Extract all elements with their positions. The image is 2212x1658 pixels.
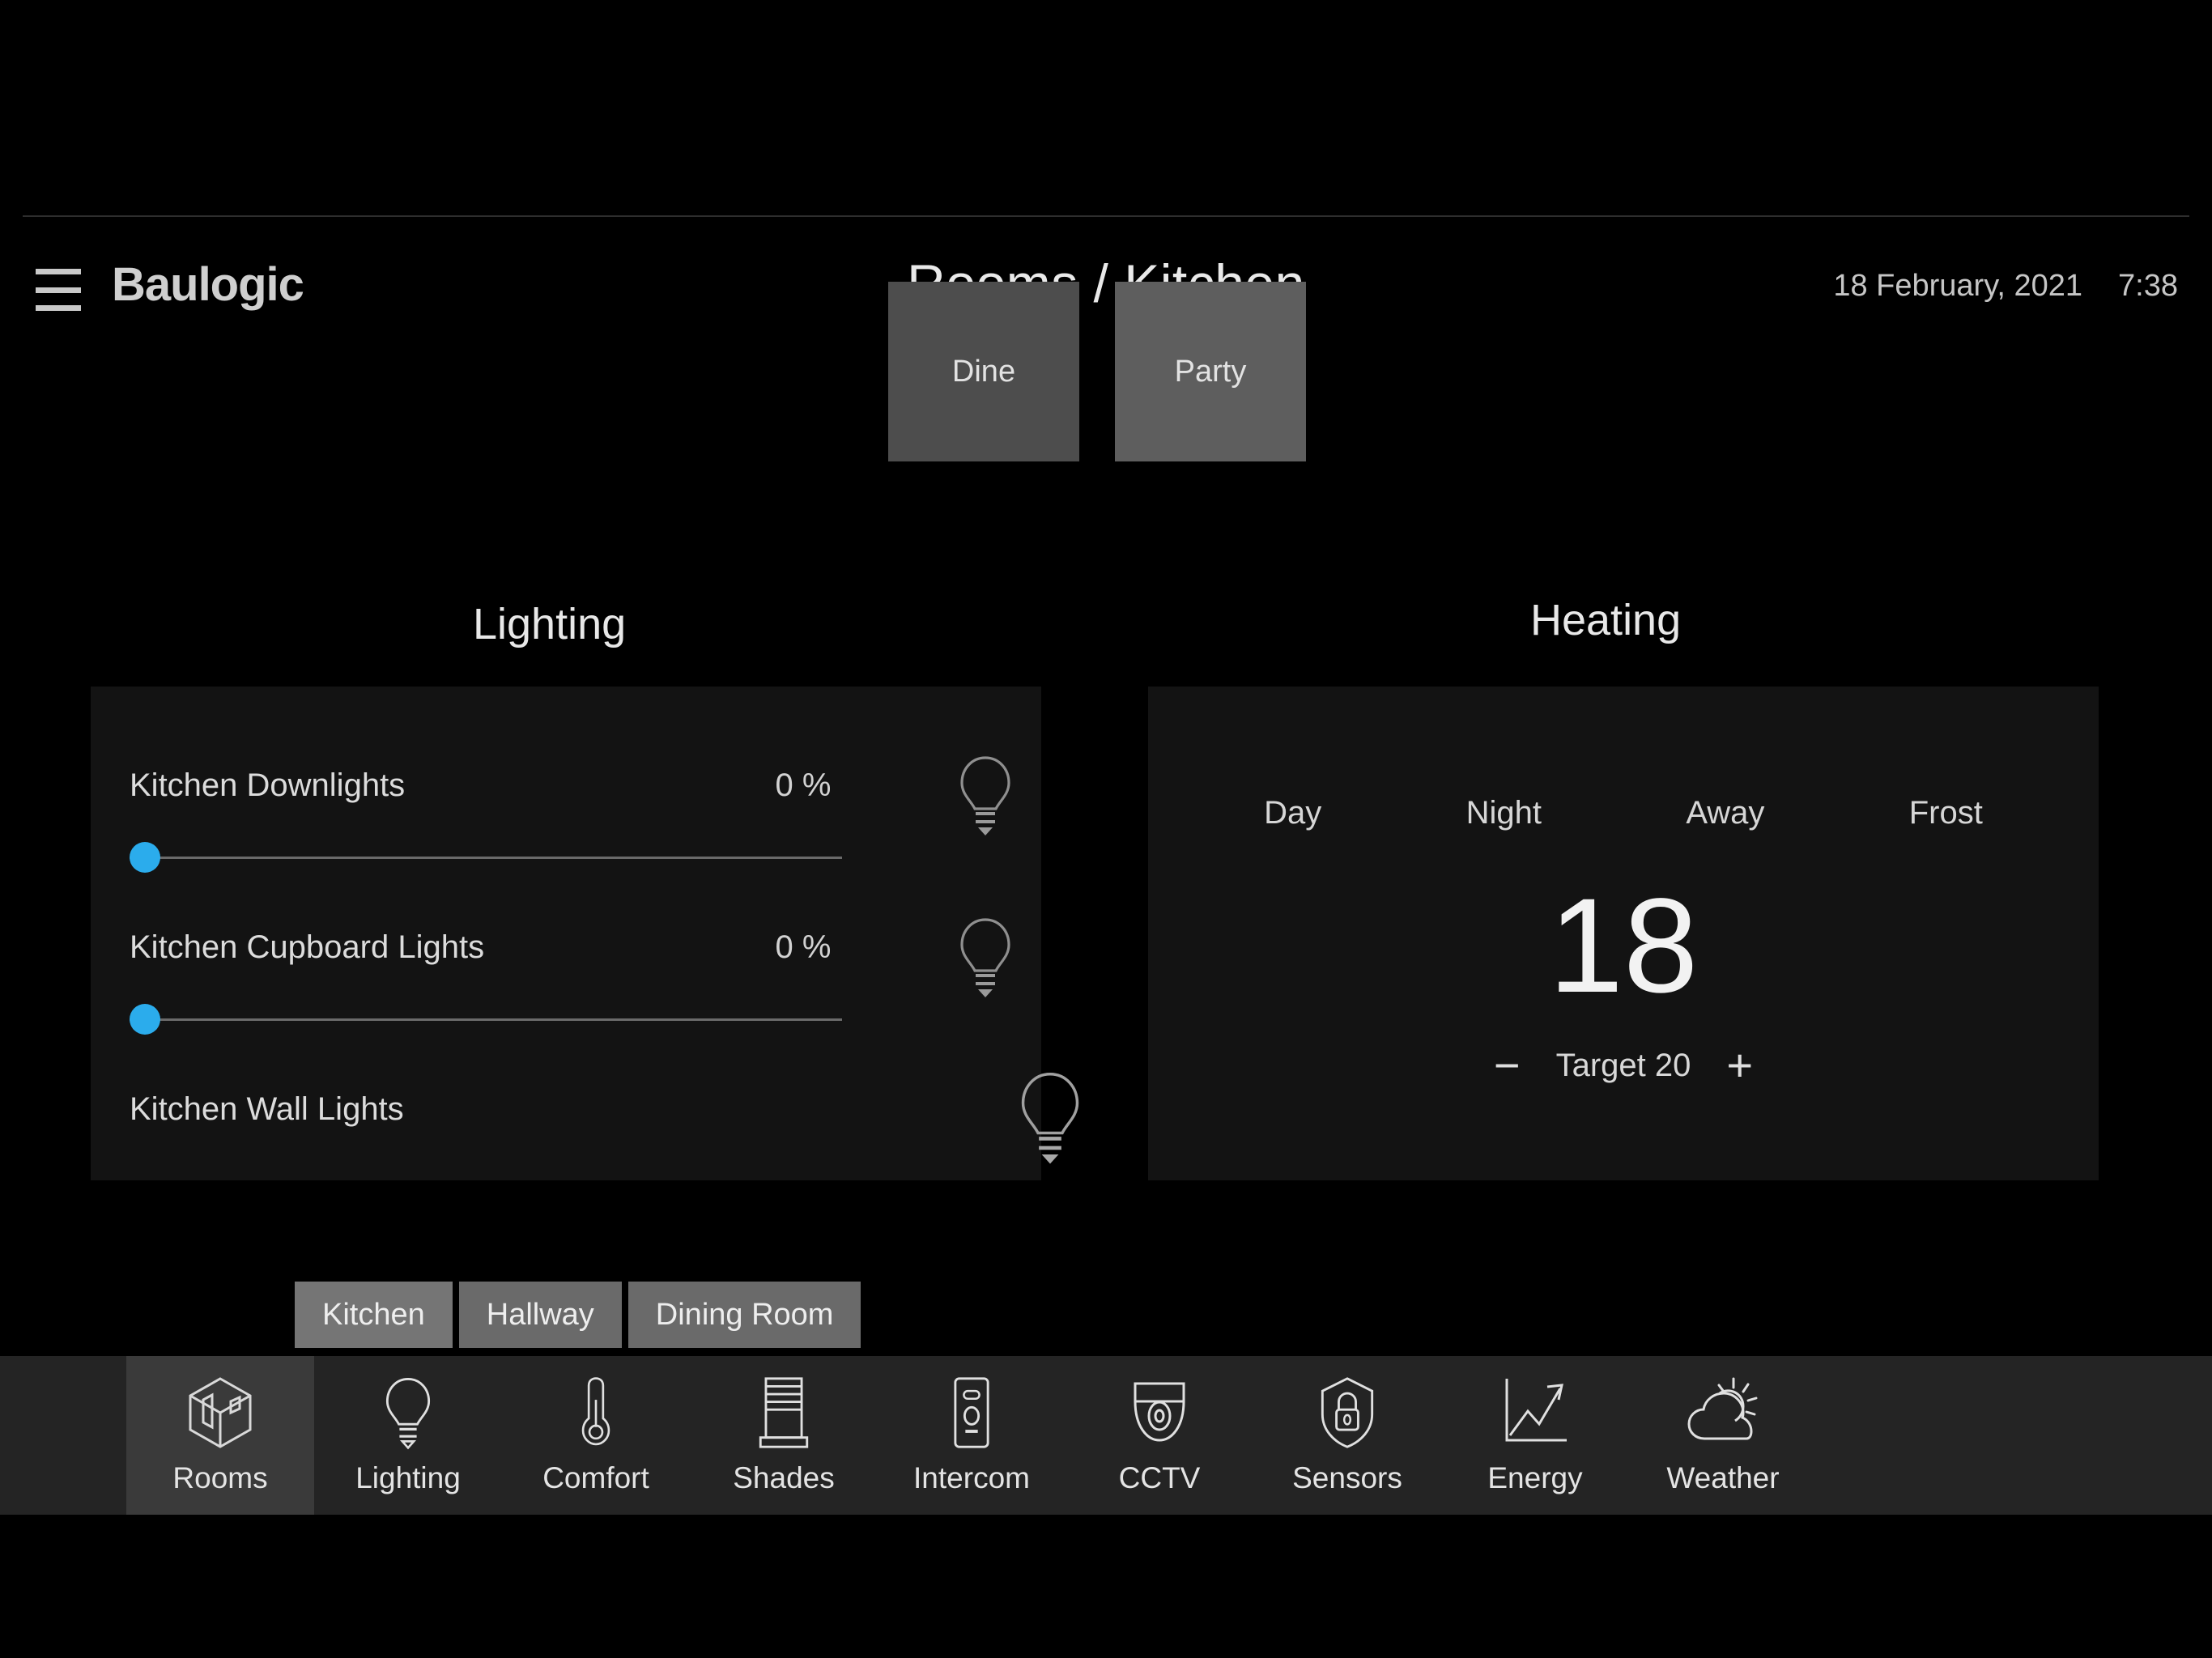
thermometer-icon — [577, 1375, 615, 1450]
slider-handle[interactable] — [130, 842, 160, 873]
light-brightness-slider[interactable] — [130, 842, 842, 874]
line-chart-arrow-icon — [1500, 1375, 1570, 1450]
slider-track — [130, 857, 842, 859]
target-temperature-stepper: − Target 20 + — [1148, 1043, 2099, 1088]
light-row: Kitchen Cupboard Lights 0 % — [91, 891, 1041, 1052]
room-tab-label: Dining Room — [655, 1297, 834, 1332]
slider-handle[interactable] — [130, 1004, 160, 1035]
heating-heading: Heating — [1530, 596, 1682, 644]
light-bulb-icon[interactable] — [945, 751, 1026, 840]
app-header: Baulogic Rooms / Kitchen 18 February, 20… — [0, 113, 2212, 313]
nav-item-sensors[interactable]: Sensors — [1253, 1356, 1441, 1515]
nav-item-rooms[interactable]: Rooms — [126, 1356, 314, 1515]
nav-item-cctv[interactable]: CCTV — [1066, 1356, 1253, 1515]
nav-item-lighting[interactable]: Lighting — [314, 1356, 502, 1515]
light-bulb-icon[interactable] — [945, 913, 1026, 1002]
light-row: Kitchen Downlights 0 % — [91, 729, 1041, 891]
target-decrease-button[interactable]: − — [1494, 1043, 1521, 1088]
nav-label: Energy — [1487, 1461, 1583, 1494]
light-row: Kitchen Wall Lights — [91, 1052, 1079, 1174]
light-name: Kitchen Wall Lights — [130, 1091, 404, 1127]
intercom-panel-icon — [948, 1375, 995, 1450]
light-brightness-slider[interactable] — [130, 1004, 842, 1036]
window-blind-icon — [751, 1375, 816, 1450]
light-percent: 0 % — [775, 929, 832, 965]
scene-label: Party — [1174, 354, 1247, 389]
app-screen: Baulogic Rooms / Kitchen 18 February, 20… — [0, 0, 2212, 1658]
nav-item-shades[interactable]: Shades — [690, 1356, 878, 1515]
target-increase-button[interactable]: + — [1726, 1043, 1753, 1088]
scene-button-party[interactable]: Party — [1115, 282, 1306, 461]
sun-cloud-icon — [1683, 1375, 1763, 1450]
shield-lock-icon — [1317, 1375, 1378, 1450]
scene-button-dine[interactable]: Dine — [888, 282, 1079, 461]
heating-mode-tabs: Day Night Away Frost — [1148, 795, 2099, 831]
nav-label: CCTV — [1118, 1461, 1201, 1494]
scene-buttons: Dine Party — [888, 282, 1306, 461]
dome-camera-icon — [1125, 1375, 1194, 1450]
room-tab-hallway[interactable]: Hallway — [458, 1282, 622, 1348]
light-name: Kitchen Cupboard Lights — [130, 929, 485, 965]
heating-mode-night[interactable]: Night — [1466, 795, 1542, 831]
room-tab-dining-room[interactable]: Dining Room — [627, 1282, 861, 1348]
nav-label: Shades — [733, 1461, 835, 1494]
lighting-heading: Lighting — [473, 600, 627, 648]
header-time: 7:38 — [2118, 269, 2178, 303]
bottom-navigation: Rooms Lighting Comfort Shades Intercom C… — [0, 1356, 2212, 1515]
nav-label: Rooms — [172, 1461, 268, 1494]
lighting-panel: Kitchen Downlights 0 % Kitchen Cupboard … — [91, 687, 1079, 1180]
nav-label: Sensors — [1292, 1461, 1402, 1494]
header-divider — [23, 215, 2189, 217]
light-name: Kitchen Downlights — [130, 767, 406, 803]
light-bulb-icon[interactable] — [1006, 1069, 1095, 1167]
room-tab-label: Kitchen — [322, 1297, 425, 1332]
nav-item-intercom[interactable]: Intercom — [878, 1356, 1066, 1515]
heating-mode-frost[interactable]: Frost — [1909, 795, 1983, 831]
current-temperature: 18 — [1548, 871, 1699, 1021]
room-tab-label: Hallway — [486, 1297, 594, 1332]
nav-item-weather[interactable]: Weather — [1629, 1356, 1817, 1515]
nav-label: Lighting — [355, 1461, 461, 1494]
nav-label: Intercom — [913, 1461, 1030, 1494]
heating-mode-day[interactable]: Day — [1264, 795, 1321, 831]
header-datetime: 18 February, 2021 7:38 — [1833, 269, 2178, 304]
header-date: 18 February, 2021 — [1833, 269, 2083, 303]
heating-mode-away[interactable]: Away — [1686, 795, 1764, 831]
scene-label: Dine — [951, 354, 1016, 389]
target-temperature-label: Target 20 — [1555, 1047, 1691, 1083]
room-tabs: Kitchen Hallway Dining Room — [295, 1282, 861, 1348]
heating-panel: Day Night Away Frost 18 − Target 20 + — [1148, 687, 2099, 1180]
nav-label: Comfort — [542, 1461, 649, 1494]
rooms-cube-icon — [185, 1375, 255, 1450]
light-percent: 0 % — [775, 767, 832, 803]
nav-item-comfort[interactable]: Comfort — [502, 1356, 690, 1515]
room-tab-kitchen[interactable]: Kitchen — [295, 1282, 453, 1348]
nav-item-energy[interactable]: Energy — [1441, 1356, 1629, 1515]
nav-label: Weather — [1666, 1461, 1780, 1494]
light-bulb-icon — [381, 1375, 436, 1450]
slider-track — [130, 1018, 842, 1021]
